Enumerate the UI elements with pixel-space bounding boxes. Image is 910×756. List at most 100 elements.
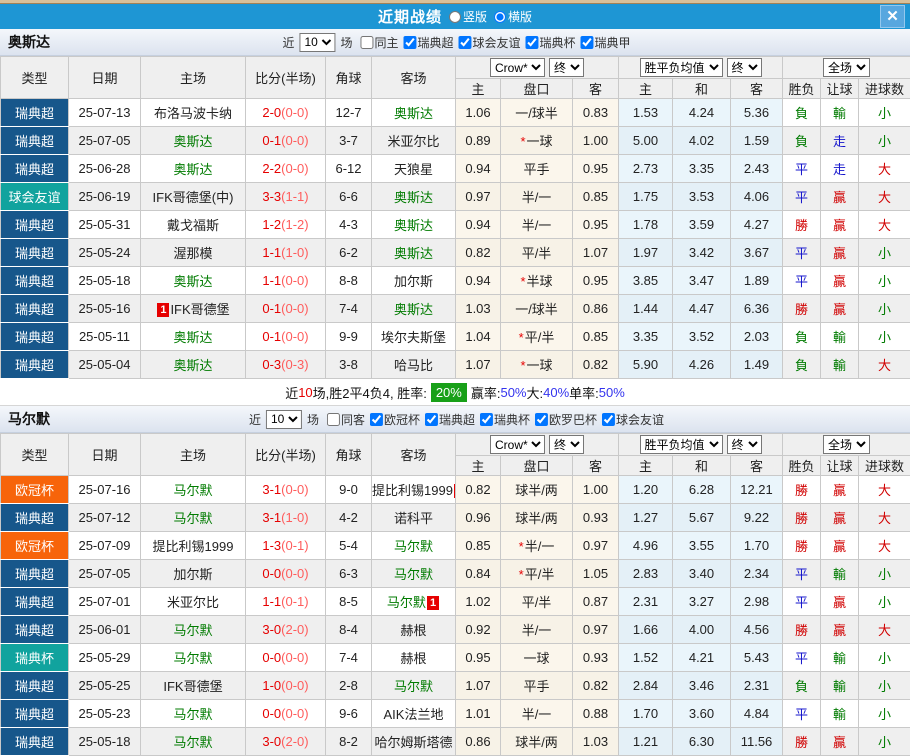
league-filter[interactable]: 瑞典超 [425,411,475,428]
handicap-away-odds: 1.05 [573,560,619,588]
fulltime-select[interactable]: 全场 [823,435,870,454]
result-goals: 小 [859,99,910,127]
result-outcome: 平 [783,155,821,183]
away-team-cell: 赫根 [372,616,456,644]
league-filter[interactable]: 瑞典杯 [480,411,530,428]
halftime-score: (0-0) [281,566,308,581]
fulltime-select[interactable]: 全场 [823,58,870,77]
team-text: 马尔默 [173,511,212,526]
company-select[interactable]: Crow* [490,58,545,77]
horizontal-radio[interactable] [494,11,506,23]
league-filter[interactable]: 欧罗巴杯 [535,411,597,428]
same-venue-filter[interactable]: 同客 [327,411,365,428]
handicap-line: *平/半 [501,323,573,351]
team-text: AIK法兰地 [384,707,444,722]
vertical-radio[interactable] [449,11,461,23]
same-venue-checkbox[interactable] [360,36,373,49]
team-text: 马尔默 [173,483,212,498]
result-outcome: 勝 [783,295,821,323]
league-checkbox[interactable] [535,413,548,426]
handicap-away-odds: 1.00 [573,127,619,155]
handicap-line-text: 半/一 [525,539,555,554]
corner-cell: 4-2 [326,504,372,532]
halftime-score: (0-0) [281,482,308,497]
avg-final-select[interactable]: 终 [727,435,762,454]
league-checkbox[interactable] [459,36,472,49]
handicap-line: 半/一 [501,700,573,728]
fulltime-score: 0-3 [262,357,281,372]
league-filter[interactable]: 瑞典杯 [526,34,576,51]
away-team-cell: 奥斯达 [372,211,456,239]
result-outcome: 平 [783,239,821,267]
odds-home: 2.83 [619,560,673,588]
avg-odds-select[interactable]: 胜平负均值 [640,435,723,454]
same-venue-checkbox[interactable] [327,413,340,426]
result-outcome: 勝 [783,504,821,532]
avg-final-select[interactable]: 终 [727,58,762,77]
league-filter[interactable]: 球会友谊 [602,411,664,428]
table-row: 瑞典超25-07-12马尔默3-1(1-0)4-2诺科平0.96球半/两0.93… [1,504,910,532]
date-cell: 25-05-31 [69,211,141,239]
odds-away: 4.84 [731,700,783,728]
league-checkbox[interactable] [480,413,493,426]
league-checkbox[interactable] [425,413,438,426]
recent-games-select[interactable]: 10 [266,410,302,429]
close-button[interactable]: ✕ [880,5,905,28]
handicap-line-text: 平/半 [525,330,555,345]
result-goals: 小 [859,239,910,267]
home-team-cell: 米亚尔比 [141,588,246,616]
same-venue-filter[interactable]: 同主 [360,34,398,51]
handicap-line: *一球 [501,127,573,155]
company-select[interactable]: Crow* [490,435,545,454]
table-row: 瑞典超25-05-04奥斯达0-3(0-3)3-8哈马比1.07*一球0.825… [1,351,910,379]
team-text: 米亚尔比 [167,595,219,610]
live-odds-star: * [519,567,524,582]
odds-draw: 4.26 [673,351,731,379]
company-final-select[interactable]: 终 [549,435,584,454]
odds-company-group: Crow*终 [456,57,619,79]
column-header: 角球 [326,434,372,476]
home-team-cell: 奥斯达 [141,127,246,155]
league-filter-label: 瑞典超 [417,34,453,51]
date-cell: 25-05-24 [69,239,141,267]
league-checkbox[interactable] [403,36,416,49]
avg-odds-select[interactable]: 胜平负均值 [640,58,723,77]
handicap-line-text: 半/一 [522,218,552,233]
fulltime-score: 1-1 [262,245,281,260]
sub-column-header: 盘口 [501,79,573,99]
halftime-score: (2-0) [281,734,308,749]
layout-option-vertical[interactable]: 竖版 [449,8,487,25]
handicap-line: 平手 [501,672,573,700]
recent-games-select[interactable]: 10 [299,33,335,52]
league-checkbox[interactable] [370,413,383,426]
away-team-cell: 天狼星 [372,155,456,183]
sub-column-header: 和 [673,79,731,99]
league-filter[interactable]: 瑞典超 [403,34,453,51]
table-row: 瑞典杯25-05-29马尔默0-0(0-0)7-4赫根0.95一球0.931.5… [1,644,910,672]
result-handicap: 贏 [821,504,859,532]
league-filter[interactable]: 瑞典甲 [581,34,631,51]
odds-draw: 4.00 [673,616,731,644]
layout-option-horizontal[interactable]: 横版 [494,8,532,25]
league-checkbox[interactable] [602,413,615,426]
company-final-select[interactable]: 终 [549,58,584,77]
odds-draw: 3.27 [673,588,731,616]
odds-draw: 3.35 [673,155,731,183]
date-cell: 25-07-13 [69,99,141,127]
league-filter[interactable]: 欧冠杯 [370,411,420,428]
rank-badge: 1 [427,596,439,610]
away-team-cell: 米亚尔比 [372,127,456,155]
halftime-score: (1-0) [281,245,308,260]
league-checkbox[interactable] [581,36,594,49]
team-text: IFK哥德堡 [170,302,229,317]
league-type-cell: 瑞典超 [1,295,69,323]
result-outcome: 負 [783,127,821,155]
league-checkbox[interactable] [526,36,539,49]
table-row: 瑞典超25-05-18马尔默3-0(2-0)8-2哈尔姆斯塔德0.86球半/两1… [1,728,910,756]
result-outcome: 負 [783,351,821,379]
away-team-cell: 加尔斯 [372,267,456,295]
corner-cell: 6-2 [326,239,372,267]
league-filter[interactable]: 球会友谊 [459,34,521,51]
table-row: 瑞典超25-05-31戴戈福斯1-2(1-2)4-3奥斯达0.94半/一0.95… [1,211,910,239]
corner-cell: 2-8 [326,672,372,700]
